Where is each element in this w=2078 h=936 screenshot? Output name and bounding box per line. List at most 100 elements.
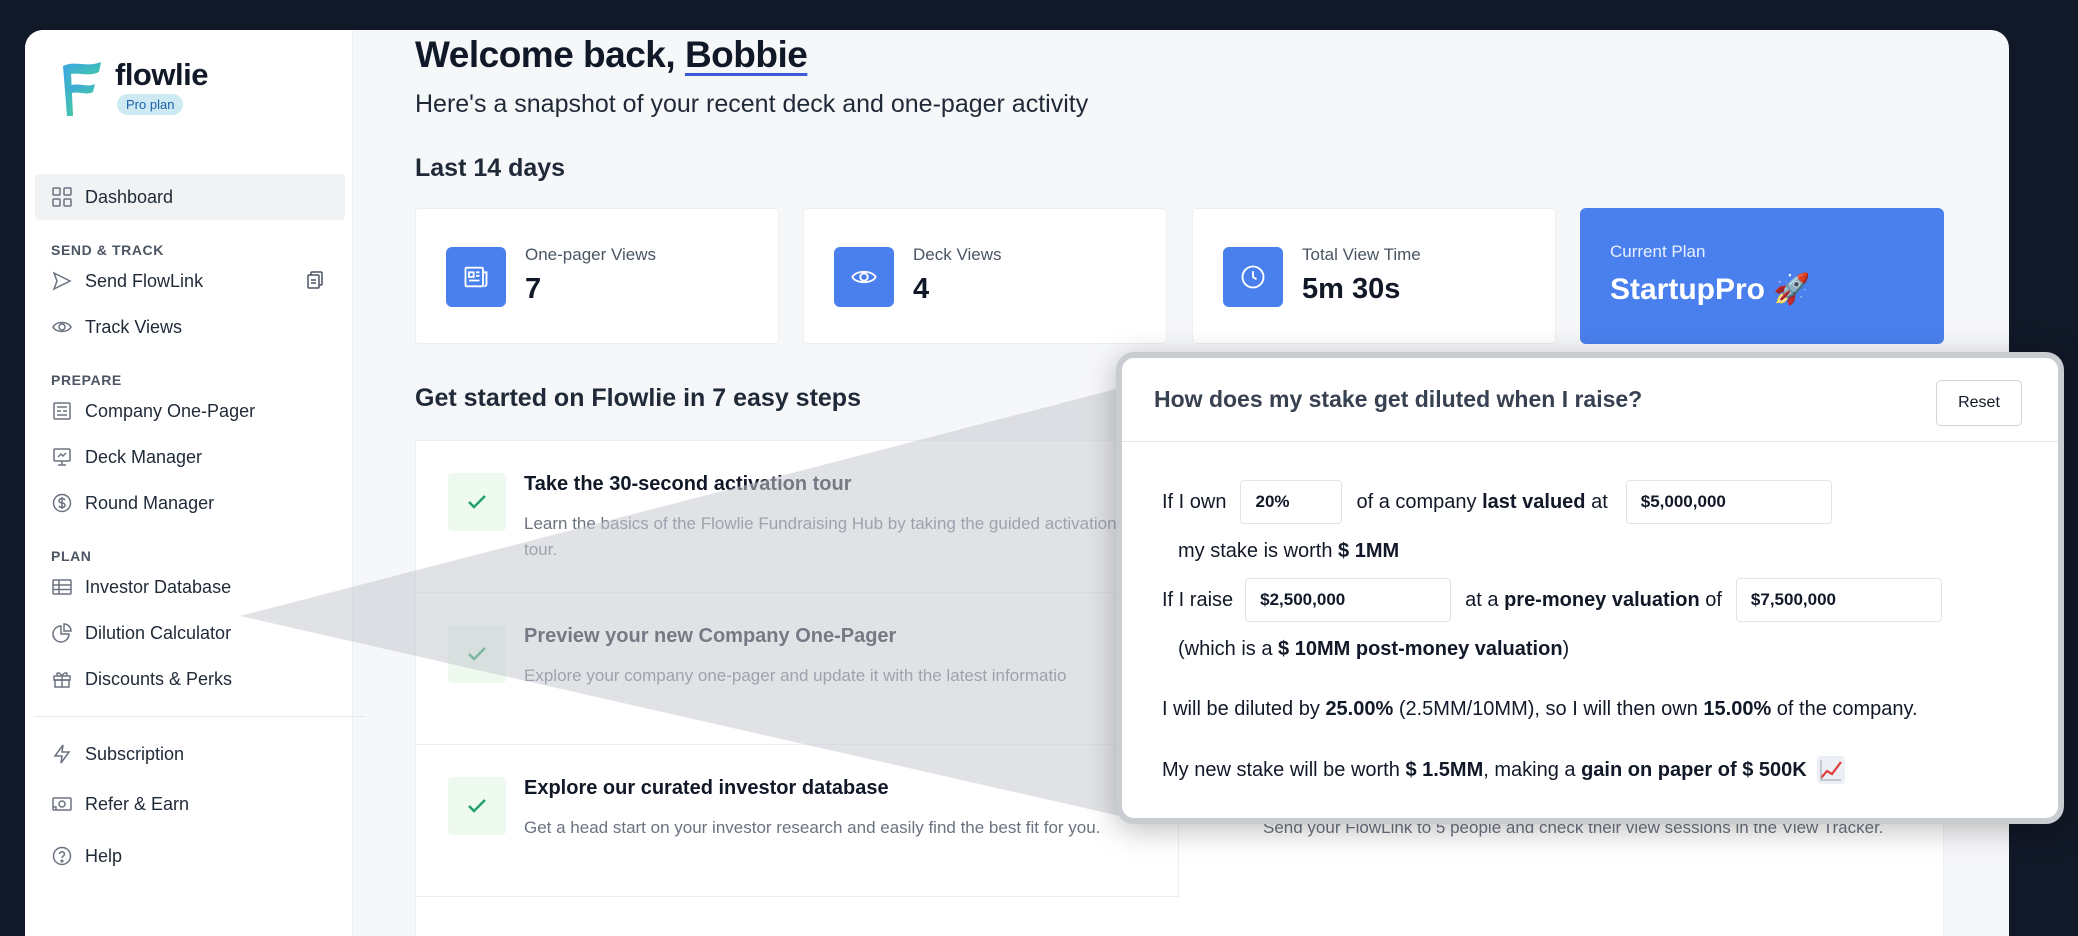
step-activation-tour[interactable]: Take the 30-second activation tour Learn… xyxy=(416,441,1178,593)
step-description: Explore your company one-pager and updat… xyxy=(524,666,1067,685)
raise-row: If I raise at a pre-money valuation of xyxy=(1162,578,1950,622)
eye-icon xyxy=(51,316,73,338)
dollar-icon xyxy=(51,492,73,514)
step-title: Explore our curated investor database xyxy=(524,777,889,799)
chart-increasing-icon xyxy=(1816,756,1845,784)
sidebar-item-dashboard[interactable]: Dashboard xyxy=(35,174,345,220)
plan-badge: Pro plan xyxy=(117,94,184,115)
eye-icon xyxy=(834,247,894,307)
sidebar-item-label: Deck Manager xyxy=(85,446,203,467)
row-text: (which is a xyxy=(1178,638,1273,660)
help-icon xyxy=(51,845,73,867)
stat-value: 7 xyxy=(525,273,542,305)
row-bold-text: last valued xyxy=(1482,490,1586,513)
sidebar-item-company-one-pager[interactable]: Company One-Pager xyxy=(35,388,345,434)
presentation-icon xyxy=(51,446,73,468)
section-send-track: SEND & TRACK xyxy=(51,242,164,258)
post-money-value: $ 10MM post-money valuation xyxy=(1278,638,1563,660)
sidebar-item-deck-manager[interactable]: Deck Manager xyxy=(35,434,345,480)
row-text: of xyxy=(1705,588,1722,611)
stake-worth-row: my stake is worth $ 1MM xyxy=(1178,540,1399,563)
step-preview-one-pager[interactable]: Preview your new Company One-Pager Explo… xyxy=(416,593,1178,745)
stat-label: Deck Views xyxy=(913,245,1002,264)
sidebar-item-label: Help xyxy=(85,845,123,866)
gain-row: My new stake will be worth $ 1.5MM , mak… xyxy=(1162,756,1845,784)
stat-card-deck-views: Deck Views 4 xyxy=(803,208,1167,344)
dilution-percent: 25.00% xyxy=(1325,698,1394,720)
raise-amount-input[interactable] xyxy=(1245,578,1452,622)
row-text: I will be diluted by xyxy=(1162,698,1320,720)
send-icon xyxy=(51,270,73,292)
sidebar: flowlie Pro plan Dashboard SEND & TRACK … xyxy=(25,30,365,936)
sidebar-item-label: Track Views xyxy=(85,316,183,337)
row-text: of a company xyxy=(1356,490,1477,513)
user-name: Bobbie xyxy=(684,34,808,75)
check-icon xyxy=(448,625,506,683)
calculator-title: How does my stake get diluted when I rai… xyxy=(1154,386,1643,412)
sidebar-item-dilution-calculator[interactable]: Dilution Calculator xyxy=(35,610,345,656)
stat-value: 5m 30s xyxy=(1302,273,1401,305)
sidebar-item-investor-database[interactable]: Investor Database xyxy=(35,564,345,610)
row-text: , making a xyxy=(1483,758,1576,781)
stat-label: Total View Time xyxy=(1302,245,1421,264)
stat-value: 4 xyxy=(913,273,930,305)
row-text: If I own xyxy=(1162,490,1227,513)
sidebar-item-label: Round Manager xyxy=(85,492,215,513)
welcome-prefix: Welcome back, xyxy=(415,34,676,75)
brand-name: flowlie xyxy=(115,57,208,92)
sidebar-item-track-views[interactable]: Track Views xyxy=(35,304,345,350)
stat-label: One-pager Views xyxy=(525,245,657,264)
sidebar-item-round-manager[interactable]: Round Manager xyxy=(35,480,345,526)
document-icon xyxy=(51,400,73,422)
pre-money-input[interactable] xyxy=(1735,578,1942,622)
sidebar-item-refer-earn[interactable]: Refer & Earn xyxy=(35,781,345,827)
gift-icon xyxy=(51,668,73,690)
sidebar-item-send-flowlink[interactable]: Send FlowLink xyxy=(35,258,345,304)
grid-icon xyxy=(51,186,73,208)
plan-label: Current Plan xyxy=(1610,242,1706,261)
dilution-result-row: I will be diluted by 25.00% (2.5MM/10MM)… xyxy=(1162,698,1918,721)
new-ownership-percent: 15.00% xyxy=(1703,698,1772,720)
sidebar-item-discounts-perks[interactable]: Discounts & Perks xyxy=(35,656,345,702)
check-icon xyxy=(448,473,506,531)
steps-heading: Get started on Flowlie in 7 easy steps xyxy=(415,384,861,412)
calculator-header: How does my stake get diluted when I rai… xyxy=(1122,358,2058,442)
row-text: (2.5MM/10MM), so I will then own xyxy=(1398,698,1698,720)
reset-button[interactable]: Reset xyxy=(1936,380,2022,426)
pie-icon xyxy=(51,622,73,644)
sidebar-item-label: Company One-Pager xyxy=(85,400,256,421)
sidebar-item-label: Dilution Calculator xyxy=(85,622,232,643)
own-percent-input[interactable] xyxy=(1240,480,1343,524)
plan-value: StartupPro 🚀 xyxy=(1610,273,1811,306)
sidebar-item-help[interactable]: Help xyxy=(35,833,345,879)
brand-logo[interactable]: flowlie Pro plan xyxy=(53,58,208,118)
section-prepare: PREPARE xyxy=(51,372,122,388)
dilution-calculator-panel: How does my stake get diluted when I rai… xyxy=(1116,352,2064,824)
step-investor-database[interactable]: Explore our curated investor database Ge… xyxy=(416,745,1178,897)
stake-worth-value: $ 1MM xyxy=(1338,540,1400,562)
sidebar-divider xyxy=(35,716,365,717)
paper-gain-value: gain on paper of $ 500K xyxy=(1581,758,1807,781)
sidebar-item-label: Send FlowLink xyxy=(85,270,204,291)
flowlie-logo-icon xyxy=(63,62,101,116)
check-icon xyxy=(448,777,506,835)
current-plan-card[interactable]: Current Plan StartupPro 🚀 xyxy=(1580,208,1944,344)
stat-card-total-view-time: Total View Time 5m 30s xyxy=(1192,208,1556,344)
step-title: Preview your new Company One-Pager xyxy=(524,625,897,647)
sidebar-item-label: Investor Database xyxy=(85,576,232,597)
new-stake-value: $ 1.5MM xyxy=(1405,758,1484,781)
last-valuation-input[interactable] xyxy=(1625,480,1832,524)
row-text: my stake is worth xyxy=(1178,540,1333,562)
copy-icon[interactable] xyxy=(305,270,327,292)
sidebar-item-label: Dashboard xyxy=(85,186,174,207)
bolt-icon xyxy=(51,743,73,765)
row-text: If I raise xyxy=(1162,588,1234,611)
welcome-heading: Welcome back, Bobbie xyxy=(415,34,808,76)
sidebar-item-subscription[interactable]: Subscription xyxy=(35,731,345,777)
sidebar-item-label: Discounts & Perks xyxy=(85,668,233,689)
row-bold-text: pre-money valuation xyxy=(1504,588,1700,611)
step-description: Get a head start on your investor resear… xyxy=(524,818,1101,837)
row-text: at a xyxy=(1465,588,1499,611)
own-row: If I own of a company last valued at xyxy=(1162,480,1840,524)
row-text: My new stake will be worth xyxy=(1162,758,1400,781)
